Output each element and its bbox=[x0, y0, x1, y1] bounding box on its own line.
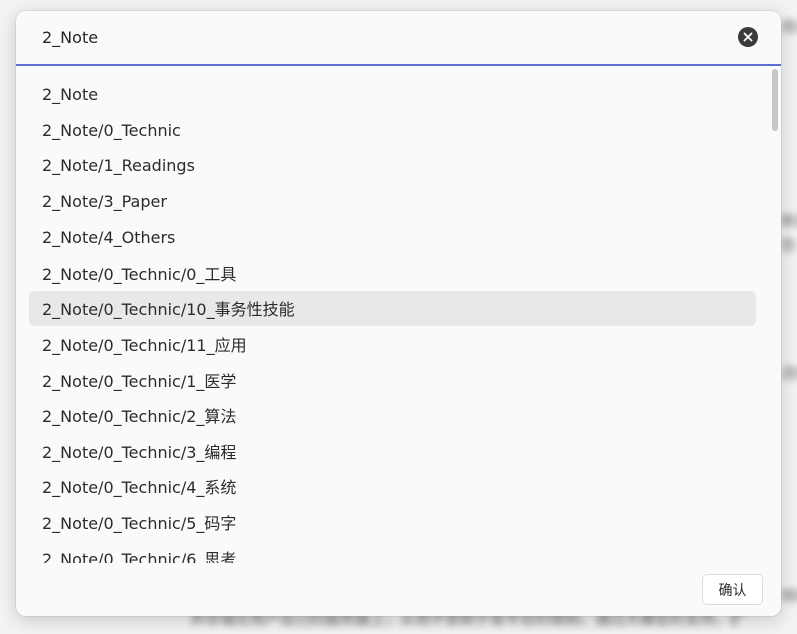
background-edge-text: 频利 bbox=[781, 587, 797, 605]
confirm-button[interactable]: 确认 bbox=[702, 574, 763, 605]
background-edge-text: 选择 bbox=[781, 364, 797, 382]
close-icon bbox=[743, 32, 753, 42]
scrollbar-thumb[interactable] bbox=[772, 69, 778, 131]
list-item[interactable]: 2_Note/0_Technic/4_系统 bbox=[29, 469, 756, 505]
list-item[interactable]: 2_Note/0_Technic/3_编程 bbox=[29, 433, 756, 469]
background-edge-text: 些 bbox=[781, 236, 797, 254]
list-item[interactable]: 2_Note/0_Technic/6_思考 bbox=[29, 540, 756, 563]
list-item[interactable]: 2_Note/0_Technic/11_应用 bbox=[29, 326, 756, 362]
list-item[interactable]: 2_Note/0_Technic/10_事务性技能 bbox=[29, 290, 756, 327]
background-edge-text: 用户 bbox=[781, 18, 797, 36]
list-item[interactable]: 2_Note/0_Technic/5_码字 bbox=[29, 504, 756, 540]
search-bar bbox=[16, 11, 781, 66]
list-item[interactable]: 2_Note bbox=[29, 77, 756, 113]
clear-search-button[interactable] bbox=[738, 27, 758, 47]
list-item[interactable]: 2_Note/0_Technic/0_工具 bbox=[29, 255, 756, 291]
background-edge-text: 新的 bbox=[781, 212, 797, 230]
list-item[interactable]: 2_Note/0_Technic/2_算法 bbox=[29, 397, 756, 433]
list-item[interactable]: 2_Note/0_Technic bbox=[29, 113, 756, 149]
list-item[interactable]: 2_Note/4_Others bbox=[29, 219, 756, 255]
list-item[interactable]: 2_Note/1_Readings bbox=[29, 148, 756, 184]
folder-picker-dialog: 2_Note2_Note/0_Technic2_Note/1_Readings2… bbox=[16, 11, 781, 616]
search-input[interactable] bbox=[42, 25, 722, 49]
suggestion-list: 2_Note 2_Note/0_Technic 2_Note/1_Readings 2… bbox=[29, 77, 756, 563]
list-item[interactable]: 2_Note/3_Paper bbox=[29, 184, 756, 220]
list-item[interactable]: 2_Note/0_Technic/1_医学 bbox=[29, 362, 756, 398]
